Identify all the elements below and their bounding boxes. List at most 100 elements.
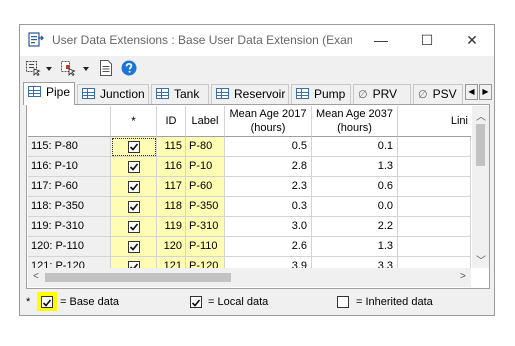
label-cell: P-110 [186, 237, 225, 257]
scroll-left-arrow-icon[interactable]: < [33, 271, 39, 282]
base-data-cell[interactable] [111, 137, 157, 157]
vertical-scrollbar[interactable]: ︿ ﹀ [472, 106, 489, 268]
mean-age-2017-cell: 3.9 [225, 257, 312, 268]
tab-label: Pipe [46, 85, 71, 99]
minimize-button[interactable]: — [358, 25, 404, 56]
row-label: 120: P-110 [28, 237, 111, 257]
table-icon [28, 86, 41, 98]
scroll-up-arrow-icon[interactable]: ︿ [476, 108, 486, 123]
base-data-checkbox[interactable] [127, 240, 140, 253]
base-data-checkbox[interactable] [127, 200, 140, 213]
mean-age-2017-cell: 2.8 [225, 157, 312, 177]
report-icon[interactable] [99, 60, 113, 76]
mean-age-2017-cell: 0.5 [225, 137, 312, 157]
column-header-mean-age-2017[interactable]: Mean Age 2017 (hours) [225, 106, 312, 137]
base-data-checkbox[interactable] [127, 140, 140, 153]
column-header-label[interactable]: Label [186, 106, 225, 137]
help-icon[interactable] [121, 60, 137, 76]
tab-scroll-left-button[interactable]: ◀ [465, 84, 478, 100]
lini-cell [398, 137, 471, 157]
mean-age-2037-cell: 0.0 [312, 197, 398, 217]
row-label: 115: P-80 [28, 137, 111, 157]
mean-age-2017-cell: 2.3 [225, 177, 312, 197]
table-icon [156, 88, 169, 100]
tab-psv[interactable]: ∅ PSV [413, 84, 463, 104]
legend-bar: * = Base data = Local data = Inherited d… [20, 291, 494, 315]
base-data-cell[interactable] [111, 257, 157, 268]
tab-label: Pump [314, 87, 346, 101]
tab-pump[interactable]: Pump [291, 84, 351, 104]
maximize-button[interactable]: ☐ [404, 25, 450, 56]
check-icon [129, 242, 138, 251]
scroll-right-arrow-icon[interactable]: > [460, 271, 466, 282]
legend-inherited-data: = Inherited data [356, 296, 433, 308]
tab-prv[interactable]: ∅ PRV [353, 84, 411, 104]
base-data-checkbox[interactable] [127, 180, 140, 193]
base-data-cell[interactable] [111, 217, 157, 237]
base-data-cell[interactable] [111, 157, 157, 177]
mean-age-2037-cell: 0.1 [312, 137, 398, 157]
diameter-icon: ∅ [418, 89, 428, 101]
data-grid[interactable]: * ID Label Mean Age 2017 (hours) Mean Ag… [28, 106, 471, 268]
column-header-star[interactable]: * [111, 106, 157, 137]
filter-icon[interactable] [60, 60, 76, 76]
vertical-scroll-thumb[interactable] [476, 124, 485, 166]
id-cell: 121 [157, 257, 186, 268]
row-header-corner [28, 106, 111, 137]
inherited-data-checkbox-sample [337, 296, 349, 308]
tab-label: Reservoir [234, 87, 286, 101]
lini-cell [398, 177, 471, 197]
check-icon [42, 299, 52, 307]
tab-tank[interactable]: Tank [151, 84, 209, 104]
check-icon [191, 299, 201, 307]
table-icon [216, 88, 229, 100]
label-cell: P-350 [186, 197, 225, 217]
base-data-checkbox[interactable] [127, 260, 140, 268]
app-icon [28, 32, 44, 47]
filter-dropdown-arrow[interactable] [83, 67, 89, 71]
tab-pipe[interactable]: Pipe [23, 82, 75, 105]
row-label: 119: P-310 [28, 217, 111, 237]
column-header-id[interactable]: ID [157, 106, 186, 137]
id-cell: 118 [157, 197, 186, 217]
base-data-cell[interactable] [111, 197, 157, 217]
row-label: 116: P-10 [28, 157, 111, 177]
base-data-cell[interactable] [111, 177, 157, 197]
horizontal-scroll-thumb[interactable] [45, 273, 231, 282]
tab-scroll-right-button[interactable]: ▶ [479, 84, 492, 100]
table-icon [82, 88, 95, 100]
tab-reservoir[interactable]: Reservoir [211, 84, 289, 104]
lini-cell [398, 217, 471, 237]
label-cell: P-10 [186, 157, 225, 177]
diameter-icon: ∅ [358, 89, 368, 101]
mean-age-2017-cell: 3.0 [225, 217, 312, 237]
base-data-checkbox-sample [41, 296, 53, 308]
scroll-down-arrow-icon[interactable]: ﹀ [476, 252, 486, 267]
select-dropdown-arrow[interactable] [46, 67, 52, 71]
legend-star: * [26, 296, 31, 308]
user-data-extensions-window: User Data Extensions : Base User Data Ex… [19, 24, 495, 316]
row-label: 118: P-350 [28, 197, 111, 217]
title-bar[interactable]: User Data Extensions : Base User Data Ex… [20, 25, 494, 56]
base-data-cell[interactable] [111, 237, 157, 257]
column-header-lini[interactable]: Lini [398, 106, 471, 137]
check-icon [129, 142, 138, 151]
base-data-checkbox[interactable] [127, 160, 140, 173]
tab-strip: Pipe Junction Tank Reservoir Pump ∅ PRV ∅… [20, 82, 494, 105]
mean-age-2037-cell: 0.6 [312, 177, 398, 197]
mean-age-2037-cell: 1.3 [312, 237, 398, 257]
tab-label: Junction [100, 87, 145, 101]
check-icon [129, 162, 138, 171]
id-cell: 119 [157, 217, 186, 237]
close-button[interactable]: ✕ [449, 25, 494, 56]
id-cell: 116 [157, 157, 186, 177]
column-header-mean-age-2037[interactable]: Mean Age 2037 (hours) [312, 106, 398, 137]
tab-junction[interactable]: Junction [77, 84, 149, 104]
tab-label: Tank [174, 87, 200, 101]
base-data-checkbox[interactable] [127, 220, 140, 233]
mean-age-2017-cell: 2.6 [225, 237, 312, 257]
select-icon[interactable] [25, 60, 41, 76]
horizontal-scrollbar[interactable]: < > [28, 268, 471, 287]
mean-age-2037-cell: 1.3 [312, 157, 398, 177]
lini-cell [398, 257, 471, 268]
